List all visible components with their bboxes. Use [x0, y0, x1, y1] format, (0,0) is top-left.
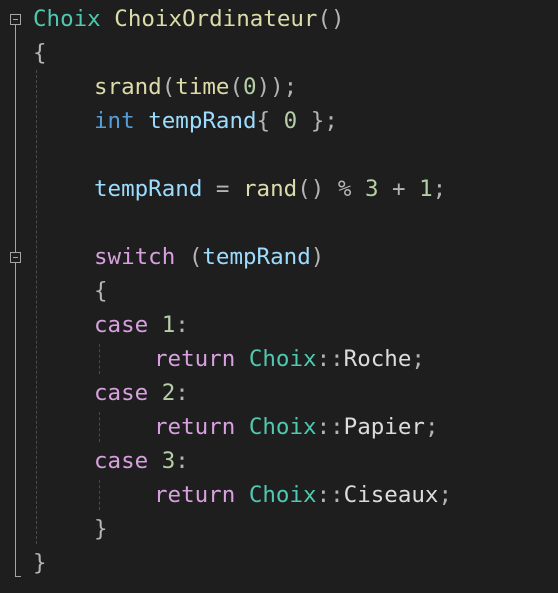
scope-operator: :: [316, 346, 344, 372]
indent-guide [99, 344, 100, 374]
type-keyword: int [94, 108, 135, 134]
semicolon: ; [424, 414, 439, 440]
enum-type: Choix [248, 414, 317, 440]
code-line-declaration[interactable]: int tempRand{ 0 }; [94, 104, 338, 138]
variable: tempRand [94, 176, 203, 202]
colon: : [175, 380, 189, 406]
open-brace: { [94, 278, 108, 304]
number-literal: 3 [364, 176, 379, 202]
paren: ) [310, 244, 325, 270]
function-call: rand [243, 176, 298, 202]
code-line-case-1[interactable]: case 1: [94, 308, 189, 342]
function-fold-line [15, 25, 16, 576]
parens: () [317, 6, 345, 32]
brace: { [256, 108, 271, 134]
parens: () [297, 176, 325, 202]
operator: % [337, 176, 352, 202]
enum-type: Choix [248, 482, 317, 508]
code-line-close-brace[interactable]: } [33, 546, 47, 580]
code-line-assignment[interactable]: tempRand = rand() % 3 + 1; [94, 172, 446, 206]
number-literal: 1 [161, 312, 176, 338]
indent-guide [99, 412, 100, 442]
enum-member: Ciseaux [343, 482, 439, 508]
brace-close: }; [310, 108, 338, 134]
number-literal: 2 [161, 380, 176, 406]
open-brace: { [33, 40, 47, 66]
variable: tempRand [148, 108, 257, 134]
collapse-switch-icon[interactable] [10, 252, 21, 263]
code-line-switch[interactable]: switch (tempRand) [94, 240, 324, 274]
code-line-case-2[interactable]: case 2: [94, 376, 189, 410]
code-line-function-signature[interactable]: Choix ChoixOrdinateur() [33, 2, 345, 36]
colon: : [175, 312, 189, 338]
semicolon: ; [438, 482, 453, 508]
function-name: ChoixOrdinateur [114, 6, 318, 32]
enum-member: Papier [343, 414, 425, 440]
enum-type: Choix [248, 346, 317, 372]
control-keyword: case [94, 312, 149, 338]
code-line-srand[interactable]: srand(time(0)); [94, 70, 297, 104]
number-literal: 0 [283, 108, 298, 134]
close-parens: )); [256, 74, 298, 100]
code-line-case-3[interactable]: case 3: [94, 444, 189, 478]
function-call: srand [94, 74, 162, 100]
operator: = [215, 176, 230, 202]
return-type: Choix [33, 6, 101, 32]
code-line-switch-open-brace[interactable]: { [94, 274, 108, 308]
paren: ( [229, 74, 244, 100]
paren: ( [188, 244, 203, 270]
control-keyword: switch [94, 244, 176, 270]
number-literal: 3 [161, 448, 176, 474]
control-keyword: return [154, 346, 236, 372]
variable: tempRand [202, 244, 311, 270]
function-fold-end [15, 576, 21, 577]
enum-member: Roche [343, 346, 412, 372]
scope-operator: :: [316, 482, 344, 508]
code-line-return-ciseaux[interactable]: return Choix::Ciseaux; [154, 478, 452, 512]
control-keyword: return [154, 482, 236, 508]
code-line-return-papier[interactable]: return Choix::Papier; [154, 410, 438, 444]
indent-guide [36, 70, 37, 544]
semicolon: ; [411, 346, 425, 372]
semicolon: ; [432, 176, 447, 202]
function-call: time [175, 74, 230, 100]
operator: + [392, 176, 406, 202]
close-brace: } [94, 516, 108, 542]
code-line-return-roche[interactable]: return Choix::Roche; [154, 342, 425, 376]
close-brace: } [33, 550, 47, 576]
code-editor[interactable]: Choix ChoixOrdinateur() { srand(time(0))… [0, 0, 558, 593]
scope-operator: :: [316, 414, 344, 440]
number-literal: 1 [419, 176, 433, 202]
collapse-function-icon[interactable] [10, 14, 21, 25]
paren: ( [161, 74, 176, 100]
indent-guide [99, 480, 100, 510]
code-line-open-brace[interactable]: { [33, 36, 47, 70]
colon: : [175, 448, 189, 474]
control-keyword: return [154, 414, 236, 440]
code-line-switch-close-brace[interactable]: } [94, 512, 108, 546]
control-keyword: case [94, 380, 149, 406]
control-keyword: case [94, 448, 149, 474]
number-literal: 0 [243, 74, 257, 100]
